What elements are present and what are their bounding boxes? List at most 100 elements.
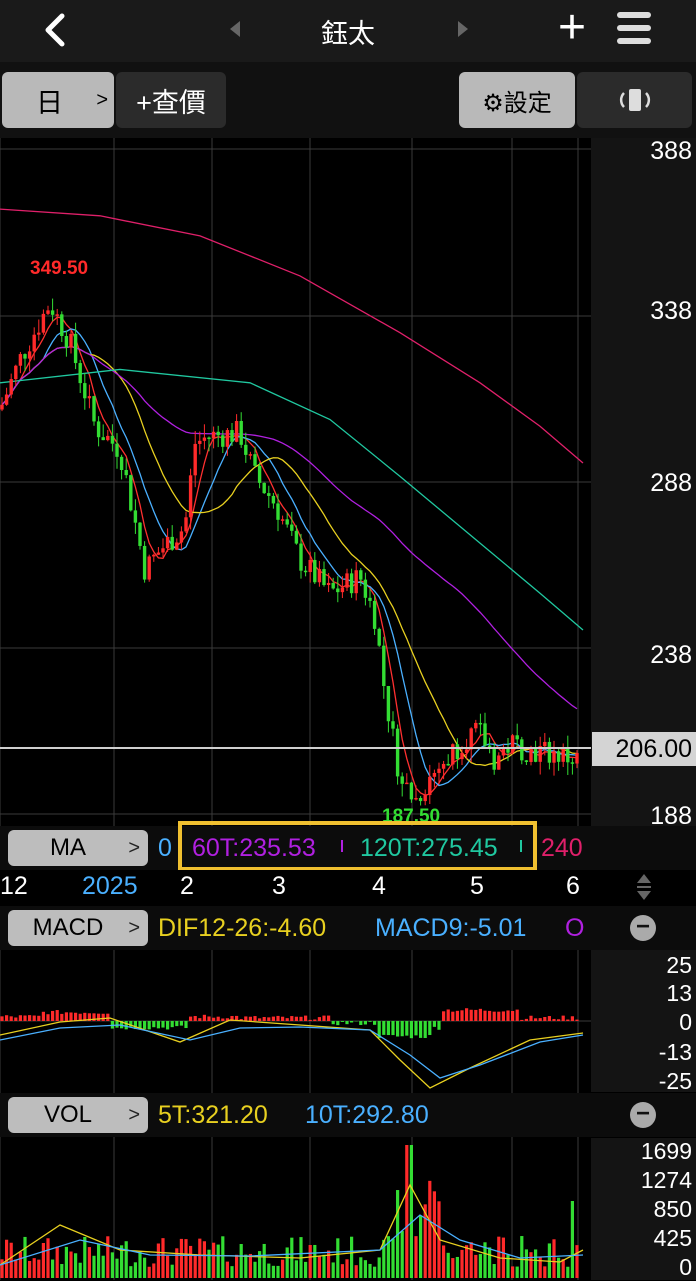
candle-body: [345, 573, 348, 587]
candle-body: [401, 776, 404, 783]
volume-bar: [143, 1258, 146, 1278]
highlight-box: [178, 821, 537, 871]
candle-body: [387, 686, 390, 721]
volume-bar: [322, 1255, 325, 1278]
volume-bar: [212, 1243, 215, 1278]
macd-axis-label: -13: [659, 1039, 692, 1066]
time-axis-label: 4: [372, 872, 386, 901]
candle-body: [368, 598, 371, 601]
volume-bar: [562, 1259, 565, 1278]
candle-body: [249, 454, 252, 456]
macd-histogram-bar: [488, 1011, 491, 1021]
candle-body: [520, 739, 523, 760]
macd-histogram-bar: [332, 1021, 335, 1024]
dif-line: [0, 1018, 583, 1088]
candle-body: [10, 379, 13, 394]
stock-chart[interactable]: [0, 0, 696, 1280]
candle-body: [562, 748, 565, 762]
volume-bar: [152, 1263, 155, 1278]
candle-body: [92, 396, 95, 421]
macd-histogram-bar: [175, 1021, 178, 1026]
volume-bar: [419, 1215, 422, 1278]
volume-bar: [336, 1238, 339, 1278]
macd-histogram-bar: [14, 1018, 17, 1021]
candle-body: [46, 310, 49, 313]
chevron-right-icon: >: [128, 917, 140, 940]
dif-value: DIF12-26:-4.60: [158, 906, 326, 950]
macd-histogram-bar: [152, 1021, 155, 1027]
macd-histogram-bar: [19, 1015, 22, 1021]
volume-bar: [157, 1244, 160, 1278]
volume-bar: [428, 1181, 431, 1278]
volume-bar: [456, 1257, 459, 1278]
volume-bar: [571, 1201, 574, 1278]
macd-histogram-bar: [382, 1021, 385, 1035]
resize-handle-icon[interactable]: [634, 872, 654, 902]
candle-body: [115, 444, 118, 457]
candle-body: [575, 753, 578, 764]
candle-body: [391, 721, 394, 728]
vol5-value: 5T:321.20: [158, 1093, 268, 1137]
macd-histogram-bar: [359, 1021, 362, 1025]
macd-histogram-bar: [534, 1018, 537, 1021]
volume-bar: [166, 1256, 169, 1278]
candle-body: [212, 432, 215, 439]
ma-selector-button[interactable]: MA >: [8, 830, 148, 866]
candle-body: [295, 531, 298, 544]
volume-bar: [207, 1250, 210, 1278]
candle-body: [134, 510, 137, 522]
macd-histogram-bar: [180, 1021, 183, 1026]
macd-histogram-bar: [276, 1016, 279, 1021]
close-indicator-icon[interactable]: −: [630, 915, 656, 941]
macd-histogram-bar: [433, 1021, 436, 1027]
volume-bar: [249, 1254, 252, 1278]
macd-histogram-bar: [304, 1016, 307, 1021]
macd-selector-button[interactable]: MACD >: [8, 910, 148, 946]
macd-histogram-bar: [419, 1021, 422, 1038]
macd-histogram-bar: [483, 1011, 486, 1021]
price-axis-label: 388: [650, 137, 692, 166]
macd-histogram-bar: [460, 1010, 463, 1021]
candle-body: [161, 548, 164, 552]
chevron-right-icon: >: [128, 837, 140, 860]
volume-bar: [5, 1240, 8, 1278]
candle-body: [304, 571, 307, 573]
macd-histogram-bar: [74, 1013, 77, 1021]
candle-body: [198, 441, 201, 444]
time-axis-label: 3: [272, 872, 286, 901]
candle-body: [534, 747, 537, 761]
volume-bar: [37, 1260, 40, 1278]
volume-bar: [148, 1267, 151, 1278]
vol-axis-label: 425: [654, 1225, 692, 1252]
candle-body: [235, 421, 238, 442]
close-indicator-icon[interactable]: −: [630, 1102, 656, 1128]
volume-bar: [520, 1236, 523, 1278]
macd-histogram-bar: [290, 1016, 293, 1021]
volume-bar: [350, 1237, 353, 1278]
volume-bar: [19, 1252, 22, 1278]
macd-histogram-bar: [161, 1021, 164, 1028]
ma-indicator-bar: MA > 0 60T:235.53 120T:275.45 240: [0, 826, 696, 870]
macd-histogram-bar: [410, 1021, 413, 1038]
macd-histogram-bar: [345, 1021, 348, 1024]
vol-selector-button[interactable]: VOL >: [8, 1097, 148, 1133]
volume-bar: [465, 1245, 468, 1278]
macd-histogram-bar: [396, 1021, 399, 1037]
volume-bar: [575, 1245, 578, 1278]
macd-indicator-bar: MACD > DIF12-26:-4.60 MACD9:-5.01 O −: [0, 906, 696, 950]
price-axis-label: 338: [650, 297, 692, 326]
high-price-annotation: 349.50: [30, 258, 88, 280]
candle-body: [511, 735, 514, 752]
volume-bar: [79, 1263, 82, 1278]
candle-body: [419, 798, 422, 801]
candle-body: [543, 742, 546, 746]
candle-body: [566, 748, 569, 762]
volume-bar: [221, 1236, 224, 1278]
candle-body: [405, 783, 408, 785]
macd-histogram-bar: [437, 1021, 440, 1030]
candle-body: [437, 769, 440, 773]
volume-bar: [180, 1239, 183, 1278]
macd-histogram-bar: [497, 1012, 500, 1021]
volume-bar: [51, 1260, 54, 1278]
macd-histogram-bar: [442, 1011, 445, 1021]
